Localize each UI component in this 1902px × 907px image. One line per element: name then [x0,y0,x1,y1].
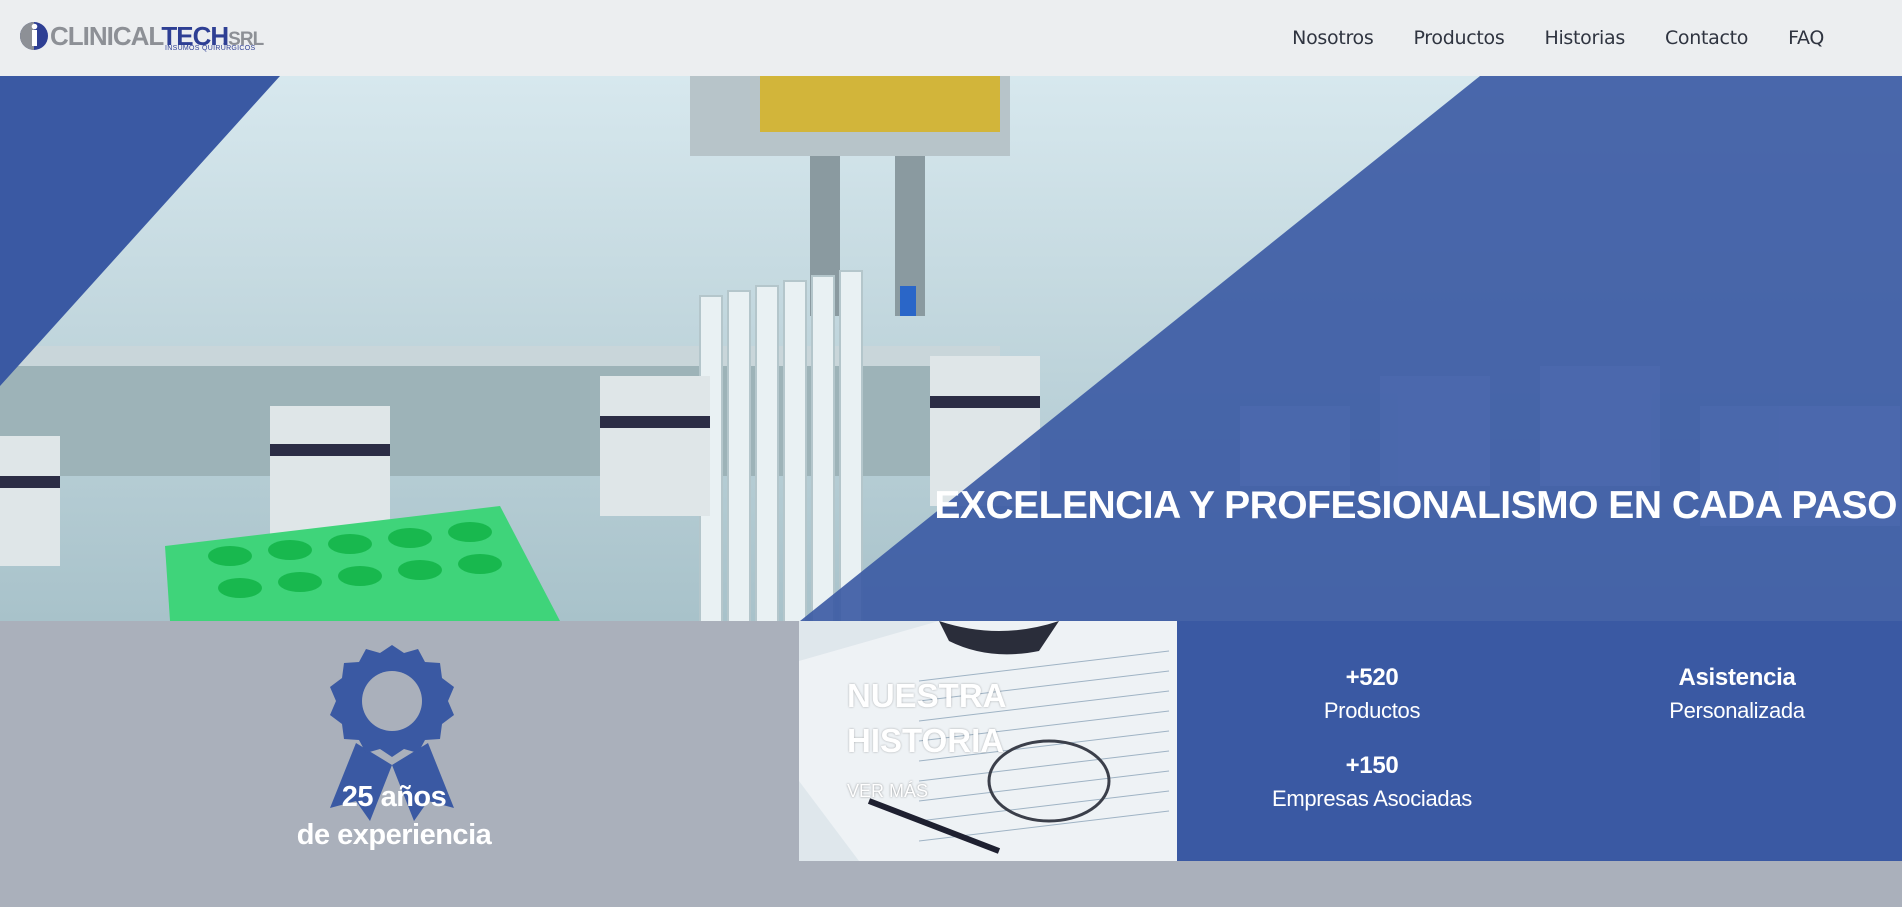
story-title-line1: NUESTRA [847,677,1007,714]
logo-text-clinical: CLINICAL [50,21,162,51]
hero-lab-photo [0,76,1902,621]
main-nav: Nosotros Productos Historias Contacto FA… [1252,0,1824,76]
experience-years: 25 años [341,781,447,813]
story-card[interactable]: NUESTRA HISTORIA VER MÁS [799,621,1177,861]
stat-assistance-label: Personalizada [1669,698,1805,723]
story-read-more-link[interactable]: VER MÁS [847,781,928,802]
nav-link-historias[interactable]: Historias [1544,27,1625,49]
stats-section: +520 Productos +150 Empresas Asociadas A… [1177,621,1902,861]
experience-section: 25 años de experiencia [0,621,799,861]
stat-companies-number: +150 [1345,752,1399,779]
logo-tagline: INSUMOS QUIRÚRGICOS [165,45,256,52]
logo-mark-icon [20,22,48,50]
nav-link-nosotros[interactable]: Nosotros [1292,27,1374,49]
logo[interactable]: CLINICALTECHSRL INSUMOS QUIRÚRGICOS [18,18,268,58]
experience-label: de experiencia [296,819,492,851]
nav-link-productos[interactable]: Productos [1413,27,1504,49]
stat-products: +520 Productos [1222,663,1522,729]
stat-assistance-title: Asistencia [1678,664,1796,691]
story-title-line2: HISTORIA [847,722,1005,759]
nav-link-contacto[interactable]: Contacto [1665,27,1748,49]
hero-title: EXCELENCIA Y PROFESIONALISMO EN CADA PAS… [934,484,1897,527]
stat-products-number: +520 [1345,664,1399,691]
stat-assistance: Asistencia Personalizada [1587,663,1887,729]
stat-companies-label: Empresas Asociadas [1271,786,1473,811]
stat-products-label: Productos [1323,698,1421,723]
hero-banner: EXCELENCIA Y PROFESIONALISMO EN CADA PAS… [0,76,1902,621]
stat-companies: +150 Empresas Asociadas [1222,751,1522,817]
navbar: CLINICALTECHSRL INSUMOS QUIRÚRGICOS Noso… [0,0,1902,76]
nav-link-faq[interactable]: FAQ [1788,27,1824,49]
story-title: NUESTRA HISTORIA [847,673,1047,763]
